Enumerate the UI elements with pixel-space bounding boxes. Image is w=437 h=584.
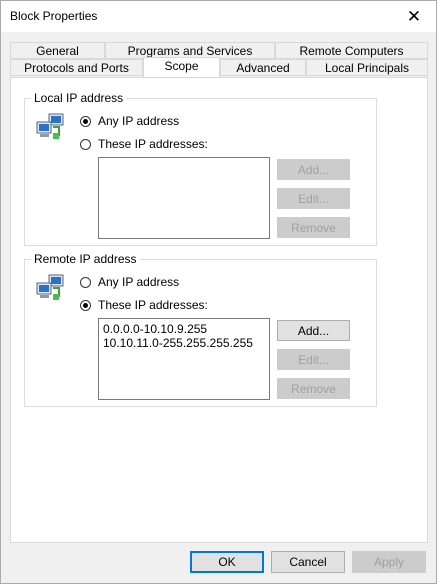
remote-these-ip-radio[interactable] (80, 299, 91, 311)
scope-panel: Local IP address Any IP address These IP… (10, 77, 428, 543)
tab-local-principals[interactable]: Local Principals (306, 59, 428, 76)
list-item[interactable]: 10.10.11.0-255.255.255.255 (103, 336, 265, 350)
local-add-button[interactable]: Add... (277, 159, 350, 180)
local-ip-listbox[interactable] (98, 157, 270, 239)
remote-any-ip-radio[interactable] (80, 276, 91, 288)
local-any-ip-option[interactable]: Any IP address (80, 114, 179, 128)
title-bar: Block Properties ✕ (1, 1, 436, 32)
remote-ip-listbox[interactable]: 0.0.0.0-10.10.9.255 10.10.11.0-255.255.2… (98, 318, 270, 400)
local-these-ip-label: These IP addresses: (98, 137, 208, 151)
tab-general[interactable]: General (10, 42, 105, 59)
local-any-ip-label: Any IP address (98, 114, 180, 128)
remote-these-ip-label: These IP addresses: (98, 298, 208, 312)
tab-advanced[interactable]: Advanced (220, 59, 306, 76)
local-these-ip-radio[interactable] (80, 138, 91, 150)
local-ip-group-title: Local IP address (31, 91, 127, 105)
remote-any-ip-option[interactable]: Any IP address (80, 275, 179, 289)
local-remove-button[interactable]: Remove (277, 217, 350, 238)
remote-ip-group-title: Remote IP address (31, 252, 140, 266)
local-edit-button[interactable]: Edit... (277, 188, 350, 209)
local-any-ip-radio[interactable] (80, 115, 91, 127)
local-ip-group: Local IP address Any IP address These IP… (24, 91, 377, 246)
remote-add-button[interactable]: Add... (277, 320, 350, 341)
dialog-window: Block Properties ✕ General Programs and … (0, 0, 437, 584)
list-item[interactable]: 0.0.0.0-10.10.9.255 (103, 322, 265, 336)
remote-remove-button[interactable]: Remove (277, 378, 350, 399)
cancel-button[interactable]: Cancel (271, 551, 345, 573)
window-title: Block Properties (10, 9, 98, 23)
remote-edit-button[interactable]: Edit... (277, 349, 350, 370)
network-computers-icon (36, 274, 64, 300)
tab-protocols-and-ports[interactable]: Protocols and Ports (10, 59, 143, 76)
close-button[interactable]: ✕ (392, 1, 436, 32)
ok-button[interactable]: OK (190, 551, 264, 573)
apply-button[interactable]: Apply (352, 551, 426, 573)
local-these-ip-option[interactable]: These IP addresses: (80, 137, 208, 151)
tab-scope[interactable]: Scope (143, 57, 220, 77)
network-computers-icon (36, 113, 64, 139)
remote-these-ip-option[interactable]: These IP addresses: (80, 298, 208, 312)
tab-remote-computers[interactable]: Remote Computers (275, 42, 428, 59)
close-icon: ✕ (406, 6, 422, 26)
remote-ip-group: Remote IP address Any IP address These I… (24, 252, 377, 407)
remote-any-ip-label: Any IP address (98, 275, 180, 289)
